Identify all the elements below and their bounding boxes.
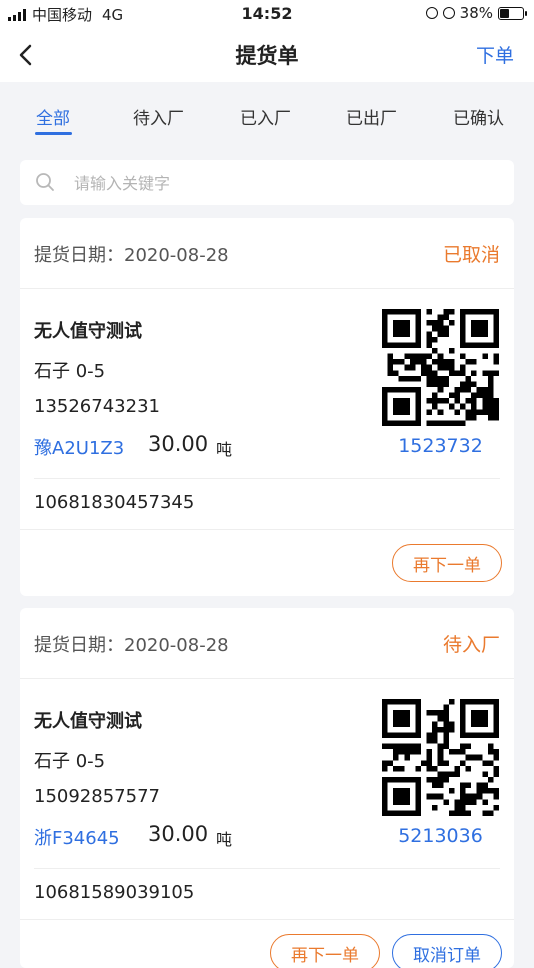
phone-number: 15092857577 [34,786,160,807]
rotation-lock-icon [425,7,438,19]
phone-number: 13526743231 [34,396,160,417]
tab-exited[interactable]: 已出厂 [346,104,397,129]
pickup-date: 提货日期：2020-08-28 [34,245,229,266]
search-box [20,160,514,207]
tab-pending-entry[interactable]: 待入厂 [133,104,184,129]
status-right: 38% [425,4,527,22]
qr-code-number: 5213036 [398,825,483,847]
order-card-header: 提货日期：2020-08-28 已取消 [20,218,514,289]
weight-value: 30.00 [148,822,209,846]
order-number-row: 10681830457345 [20,479,514,530]
battery-percent: 38% [459,4,493,22]
order-card[interactable]: 提货日期：2020-08-28 已取消 无人值守测试 石子 0-5 135267… [20,218,514,596]
nav-bar: 提货单 下单 [0,28,534,82]
order-card-header: 提货日期：2020-08-28 待入厂 [20,608,514,679]
alarm-icon [442,7,455,19]
place-order-button[interactable]: 下单 [476,41,514,68]
license-plate: 浙F34645 [34,828,120,849]
customer-name: 无人值守测试 [34,711,142,732]
customer-name: 无人值守测试 [34,321,142,342]
reorder-button[interactable]: 再下一单 [270,934,380,968]
order-number-row: 10681589039105 [20,869,514,920]
goods-name: 石子 0-5 [34,361,106,382]
order-card-footer: 再下一单 取消订单 [20,920,514,968]
search-input[interactable] [72,160,496,207]
order-status: 已取消 [442,244,500,266]
qr-code-icon[interactable] [382,699,499,816]
tab-confirmed[interactable]: 已确认 [453,104,504,129]
order-card-body: 无人值守测试 石子 0-5 15092857577 浙F34645 30.00 … [20,679,514,869]
active-tab-indicator [35,132,72,135]
tab-all[interactable]: 全部 [36,104,70,129]
order-status: 待入厂 [442,634,500,656]
order-card-footer: 再下一单 [20,530,514,596]
order-card-body: 无人值守测试 石子 0-5 13526743231 豫A2U1Z3 30.00 … [20,289,514,479]
order-number: 10681830457345 [34,492,195,513]
order-number: 10681589039105 [34,882,195,903]
cancel-order-button[interactable]: 取消订单 [392,934,502,968]
qr-code-number: 1523732 [398,435,483,457]
goods-name: 石子 0-5 [34,751,106,772]
order-card[interactable]: 提货日期：2020-08-28 待入厂 无人值守测试 石子 0-5 150928… [20,608,514,968]
status-tabs: 全部 待入厂 已入厂 已出厂 已确认 [0,82,534,144]
weight-unit: 吨 [216,830,233,849]
license-plate: 豫A2U1Z3 [34,438,125,459]
battery-icon [498,6,527,20]
weight-value: 30.00 [148,432,209,456]
tab-entered[interactable]: 已入厂 [240,104,291,129]
qr-code-icon[interactable] [382,309,499,426]
status-bar: 中国移动 4G 14:52 38% [0,0,534,28]
search-icon [36,173,54,191]
page-title: 提货单 [235,44,299,68]
weight-unit: 吨 [216,440,233,459]
pickup-date: 提货日期：2020-08-28 [34,635,229,656]
reorder-button[interactable]: 再下一单 [392,544,502,582]
